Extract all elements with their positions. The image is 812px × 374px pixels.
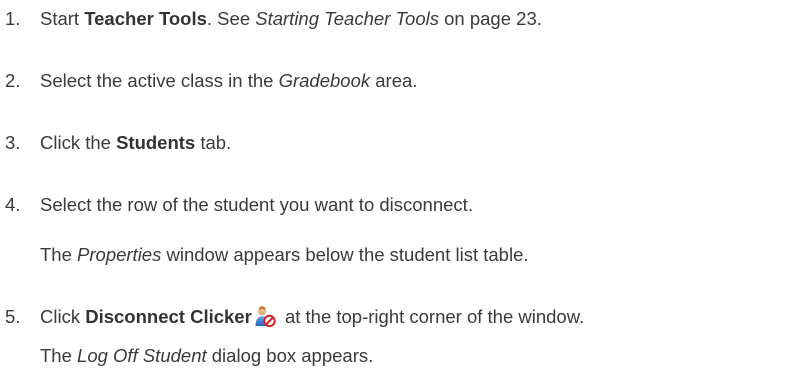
step-number: 2. <box>5 70 21 91</box>
step-text: Select the row of the student you want t… <box>40 194 473 215</box>
ui-term-properties: Properties <box>77 244 162 265</box>
step-text: Select the active class in the Gradebook… <box>40 70 418 91</box>
step-text: Start Teacher Tools. See Starting Teache… <box>40 8 542 29</box>
ui-term-teacher-tools: Teacher Tools <box>84 8 207 29</box>
step-number: 4. <box>5 194 21 215</box>
ui-term-gradebook: Gradebook <box>278 70 371 91</box>
ui-term-students: Students <box>116 132 196 153</box>
step-5-note: The Log Off Student dialog box appears. <box>40 345 374 366</box>
instruction-steps: 1. Start Teacher Tools. See Starting Teac… <box>0 0 812 374</box>
step-4: 4. Select the row of the student you want… <box>0 194 473 216</box>
step-2: 2. Select the active class in the Gradebo… <box>0 70 417 92</box>
cross-reference-link[interactable]: Starting Teacher Tools <box>255 8 439 29</box>
ui-term-disconnect-clicker: Disconnect Clicker <box>85 306 252 327</box>
step-number: 5. <box>5 306 21 327</box>
step-text: Click the Students tab. <box>40 132 232 153</box>
ui-term-log-off-student: Log Off Student <box>77 345 207 366</box>
disconnect-clicker-icon <box>254 305 276 328</box>
step-number: 3. <box>5 132 21 153</box>
step-1: 1. Start Teacher Tools. See Starting Teac… <box>0 8 542 30</box>
step-5: 5. Click Disconnect Clicker at the top-r… <box>0 305 584 328</box>
step-number: 1. <box>5 8 21 29</box>
step-4-note: The Properties window appears below the … <box>40 244 529 265</box>
step-3: 3. Click the Students tab. <box>0 132 231 154</box>
step-text: Click Disconnect Clicker at the top-righ… <box>40 305 585 328</box>
